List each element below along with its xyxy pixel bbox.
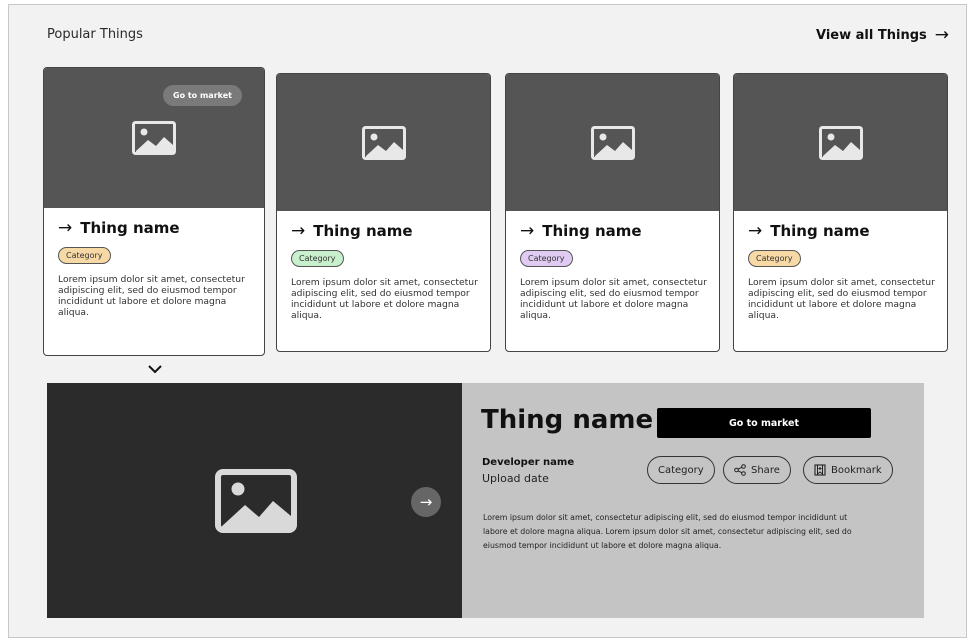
next-arrow-icon[interactable]: → — [411, 487, 441, 517]
thing-name: Thing name — [313, 222, 413, 240]
share-label: Share — [751, 464, 780, 476]
category-badge[interactable]: Category — [291, 250, 344, 267]
thing-card[interactable]: → Thing name Category Lorem ipsum dolor … — [276, 73, 491, 352]
card-description: Lorem ipsum dolor sit amet, consectetur … — [748, 277, 935, 321]
image-placeholder-icon — [132, 121, 176, 155]
thing-card[interactable]: → Thing name Category Lorem ipsum dolor … — [733, 73, 948, 352]
image-placeholder-icon — [818, 125, 863, 160]
card-title[interactable]: → Thing name — [520, 222, 707, 240]
view-all-label: View all Things — [816, 27, 927, 43]
arrow-right-icon: → — [748, 220, 763, 241]
image-placeholder-icon — [215, 469, 297, 533]
category-badge[interactable]: Category — [58, 247, 111, 264]
share-button[interactable]: Share — [723, 456, 791, 484]
bookmark-button[interactable]: Bookmark — [803, 456, 893, 484]
share-icon — [734, 464, 746, 476]
image-placeholder-icon — [590, 125, 635, 160]
developer-name[interactable]: Developer name — [482, 457, 574, 468]
card-title[interactable]: → Thing name — [748, 222, 935, 240]
arrow-right-icon: → — [520, 220, 535, 241]
card-title[interactable]: → Thing name — [58, 219, 252, 237]
card-image: Go to market — [44, 68, 264, 208]
arrow-right-icon: → — [934, 25, 949, 45]
card-description: Lorem ipsum dolor sit amet, consectetur … — [291, 277, 478, 321]
card-description: Lorem ipsum dolor sit amet, consectetur … — [520, 277, 707, 321]
category-badge[interactable]: Category — [748, 250, 801, 267]
section-title: Popular Things — [47, 27, 143, 42]
card-image — [277, 74, 490, 211]
card-description: Lorem ipsum dolor sit amet, consectetur … — [58, 274, 245, 318]
view-all-link[interactable]: View all Things → — [816, 25, 949, 45]
image-gallery: → — [47, 383, 462, 618]
arrow-right-icon: → — [291, 220, 306, 241]
bookmark-icon — [814, 464, 826, 476]
card-image — [734, 74, 947, 211]
go-to-market-button[interactable]: Go to market — [163, 85, 242, 106]
thing-name: Thing name — [542, 222, 642, 240]
detail-description: Lorem ipsum dolor sit amet, consectetur … — [483, 513, 852, 550]
category-chip[interactable]: Category — [647, 456, 715, 484]
card-title[interactable]: → Thing name — [291, 222, 478, 240]
upload-date: Upload date — [482, 472, 549, 485]
chevron-down-icon[interactable] — [147, 364, 163, 374]
image-placeholder-icon — [361, 125, 406, 160]
card-image — [506, 74, 719, 211]
thing-card[interactable]: → Thing name Category Lorem ipsum dolor … — [505, 73, 720, 352]
thing-name: Thing name — [80, 219, 180, 237]
bookmark-label: Bookmark — [831, 464, 882, 476]
category-badge[interactable]: Category — [520, 250, 573, 267]
detail-title: Thing name — [481, 405, 654, 435]
thing-name: Thing name — [770, 222, 870, 240]
thing-detail-panel: → Thing name Go to market Developer name… — [47, 383, 924, 618]
thing-card[interactable]: Go to market → Thing name Category Lorem… — [43, 67, 265, 356]
category-label: Category — [658, 464, 704, 476]
arrow-right-icon: → — [58, 217, 73, 238]
go-to-market-button[interactable]: Go to market — [657, 408, 871, 438]
